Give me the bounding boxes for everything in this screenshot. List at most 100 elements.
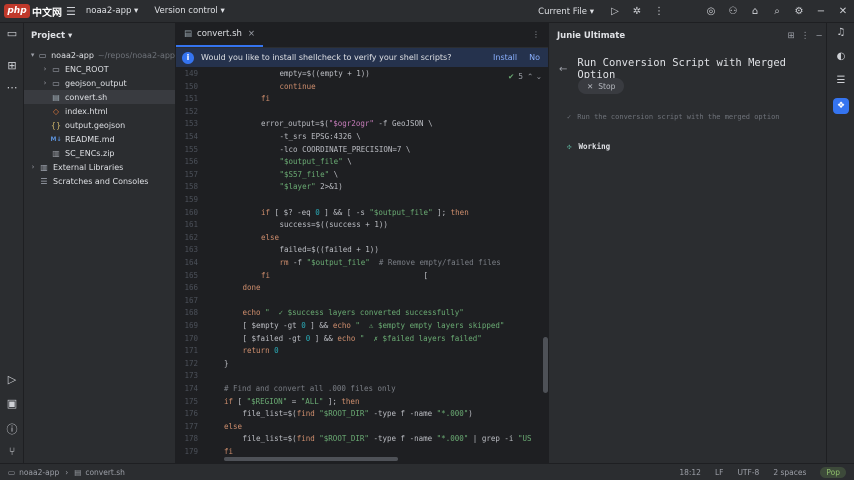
tab-convert-sh[interactable]: ▤ convert.sh × <box>176 22 264 47</box>
tree-item[interactable]: ▥ SC_ENCs.zip <box>24 146 175 160</box>
banner-text: Would you like to install shellcheck to … <box>201 53 452 62</box>
right-tool-strip: ♫ ◐ ☰ ❖ <box>826 23 854 463</box>
code-token: -lco COORDINATE_PRECISION=7 \ <box>279 144 411 154</box>
code-token: if <box>224 396 234 406</box>
banner-no-link[interactable]: No <box>529 53 540 62</box>
notifications-icon[interactable]: ♫ <box>827 27 854 38</box>
code-token: # Remove empty/failed files <box>378 258 501 267</box>
code-line: [ $failed -gt 0 ] && echo " ✗ $failed la… <box>243 334 482 343</box>
code-line: -lco COORDINATE_PRECISION=7 \ <box>280 145 411 154</box>
database-icon[interactable]: ☰ <box>827 75 854 86</box>
line-number: 176 <box>184 409 198 419</box>
learn-icon[interactable]: ⌂ <box>744 6 766 17</box>
version-control-menu[interactable]: Version control ▾ <box>154 6 224 16</box>
code-token: find <box>296 409 315 419</box>
line-separator[interactable]: LF <box>715 468 724 477</box>
code-token: \ <box>342 157 352 167</box>
close-window-icon[interactable]: ✕ <box>832 6 854 17</box>
close-tab-icon[interactable]: × <box>248 29 255 39</box>
junie-options-icon[interactable]: ⋮ <box>798 31 812 41</box>
tree-item-label: noaa2-app <box>51 50 94 60</box>
tree-item[interactable]: › ▭ geojson_output <box>24 76 175 90</box>
problems-tool-icon[interactable]: ⓘ <box>0 421 24 437</box>
indent-setting[interactable]: 2 spaces <box>773 468 806 477</box>
code-token: error_output=$( <box>261 119 329 129</box>
tree-item[interactable]: ◇ index.html <box>24 104 175 118</box>
ai-chat-icon[interactable]: ◐ <box>827 51 854 62</box>
horizontal-scrollbar[interactable] <box>224 457 398 461</box>
zip-file-icon: ▥ <box>52 148 60 158</box>
code-line: else <box>261 233 279 242</box>
tree-item[interactable]: ▾ ▭ noaa2-app ~/repos/noaa2-app <box>24 48 175 62</box>
hide-panel-icon[interactable]: − <box>812 31 826 41</box>
code-token: "$output_file" <box>306 258 370 267</box>
project-panel-title[interactable]: Project ▾ <box>31 31 72 41</box>
run-icon[interactable]: ▷ <box>604 6 626 17</box>
tab-more-icon[interactable]: ⋮ <box>532 30 540 39</box>
new-task-icon[interactable]: ⊞ <box>784 31 798 41</box>
settings-gear-icon[interactable]: ⚙ <box>788 6 810 17</box>
junie-panel-title: Junie Ultimate <box>557 30 626 41</box>
tree-item[interactable]: {} output.geojson <box>24 118 175 132</box>
tree-item[interactable]: › ▭ ENC_ROOT <box>24 62 175 76</box>
breadcrumb-project[interactable]: noaa2-app <box>19 468 59 477</box>
banner-install-link[interactable]: Install <box>493 53 517 62</box>
project-panel-header: Project ▾ <box>24 23 175 48</box>
line-number: 158 <box>184 182 198 192</box>
tree-twisty-icon[interactable]: ▾ <box>28 51 37 59</box>
project-switcher[interactable]: noaa2-app ▾ <box>86 6 138 16</box>
code-token: " ⚠ $empty empty layers skipped" <box>350 321 505 330</box>
junie-tool-icon[interactable]: ❖ <box>833 98 849 114</box>
tree-item-label: index.html <box>65 106 108 116</box>
debug-icon[interactable]: ✲ <box>626 6 648 17</box>
add-user-icon[interactable]: ⚇ <box>722 6 744 17</box>
tree-twisty-icon[interactable]: › <box>40 65 50 73</box>
project-tool-icon[interactable]: ▭ <box>0 27 24 40</box>
code-token: ]; <box>432 207 451 217</box>
code-line: # Find and convert all .000 files only <box>224 384 396 393</box>
code-token: -type f -name <box>368 434 437 444</box>
file-encoding[interactable]: UTF-8 <box>737 468 759 477</box>
line-number: 164 <box>184 258 198 267</box>
code-token: fi <box>261 94 271 104</box>
tree-item[interactable]: M↓ README.md <box>24 132 175 146</box>
code-token: " ✓ $success layers converted successful… <box>260 308 464 318</box>
back-arrow-icon[interactable]: ← <box>559 64 567 75</box>
code-token: [ $? -eq <box>270 207 316 217</box>
tree-item-label: README.md <box>65 134 115 144</box>
more-tools-icon[interactable]: ⋯ <box>0 81 24 94</box>
stop-x-icon: ✕ <box>587 81 594 91</box>
code-token: file_list=$( <box>242 434 297 444</box>
tree-item[interactable]: › ▥ External Libraries <box>24 160 175 174</box>
more-actions-icon[interactable]: ⋮ <box>648 6 670 17</box>
sh-file-icon: ▤ <box>52 92 60 102</box>
code-line: "$layer" 2>&1) <box>280 182 343 191</box>
minimize-icon[interactable]: − <box>810 6 832 17</box>
caret-position[interactable]: 18:12 <box>679 468 701 477</box>
ai-assistant-icon[interactable]: ◎ <box>700 6 722 17</box>
structure-tool-icon[interactable]: ⊞ <box>0 59 24 72</box>
hamburger-menu-icon[interactable]: ☰ <box>66 5 76 18</box>
code-token: else <box>261 232 280 242</box>
code-line: success=$((success + 1)) <box>280 220 388 229</box>
tree-item[interactable]: ▤ convert.sh <box>24 90 175 104</box>
terminal-tool-icon[interactable]: ▣ <box>0 397 24 410</box>
tree-item[interactable]: ☰ Scratches and Consoles <box>24 174 175 188</box>
breadcrumb-file[interactable]: convert.sh <box>85 468 125 477</box>
line-number: 150 <box>184 81 198 91</box>
git-tool-icon[interactable]: ⑂ <box>0 445 24 458</box>
code-token: [ $failed -gt <box>242 333 306 343</box>
inspection-indicator[interactable]: ✔ 5 ⌃ ⌄ <box>508 72 542 81</box>
run-tool-icon[interactable]: ▷ <box>0 373 24 386</box>
search-icon[interactable]: ⌕ <box>766 6 788 17</box>
line-number: 166 <box>184 283 198 293</box>
tab-label: convert.sh <box>197 28 242 39</box>
project-tree: ▾ ▭ noaa2-app ~/repos/noaa2-app › ▭ ENC_ROOT › ▭… <box>24 48 175 188</box>
tree-item-label: convert.sh <box>65 92 108 102</box>
code-view[interactable]: 149 150 151 152 153 154 155 156 157 158 159 160 161 1… <box>176 67 548 463</box>
tree-twisty-icon[interactable]: › <box>40 79 50 87</box>
run-config-selector[interactable]: Current File ▾ <box>538 7 594 17</box>
tree-twisty-icon[interactable]: › <box>28 163 38 171</box>
stop-button[interactable]: ✕ Stop <box>578 78 625 94</box>
language-status-badge[interactable]: Pop <box>820 467 846 478</box>
